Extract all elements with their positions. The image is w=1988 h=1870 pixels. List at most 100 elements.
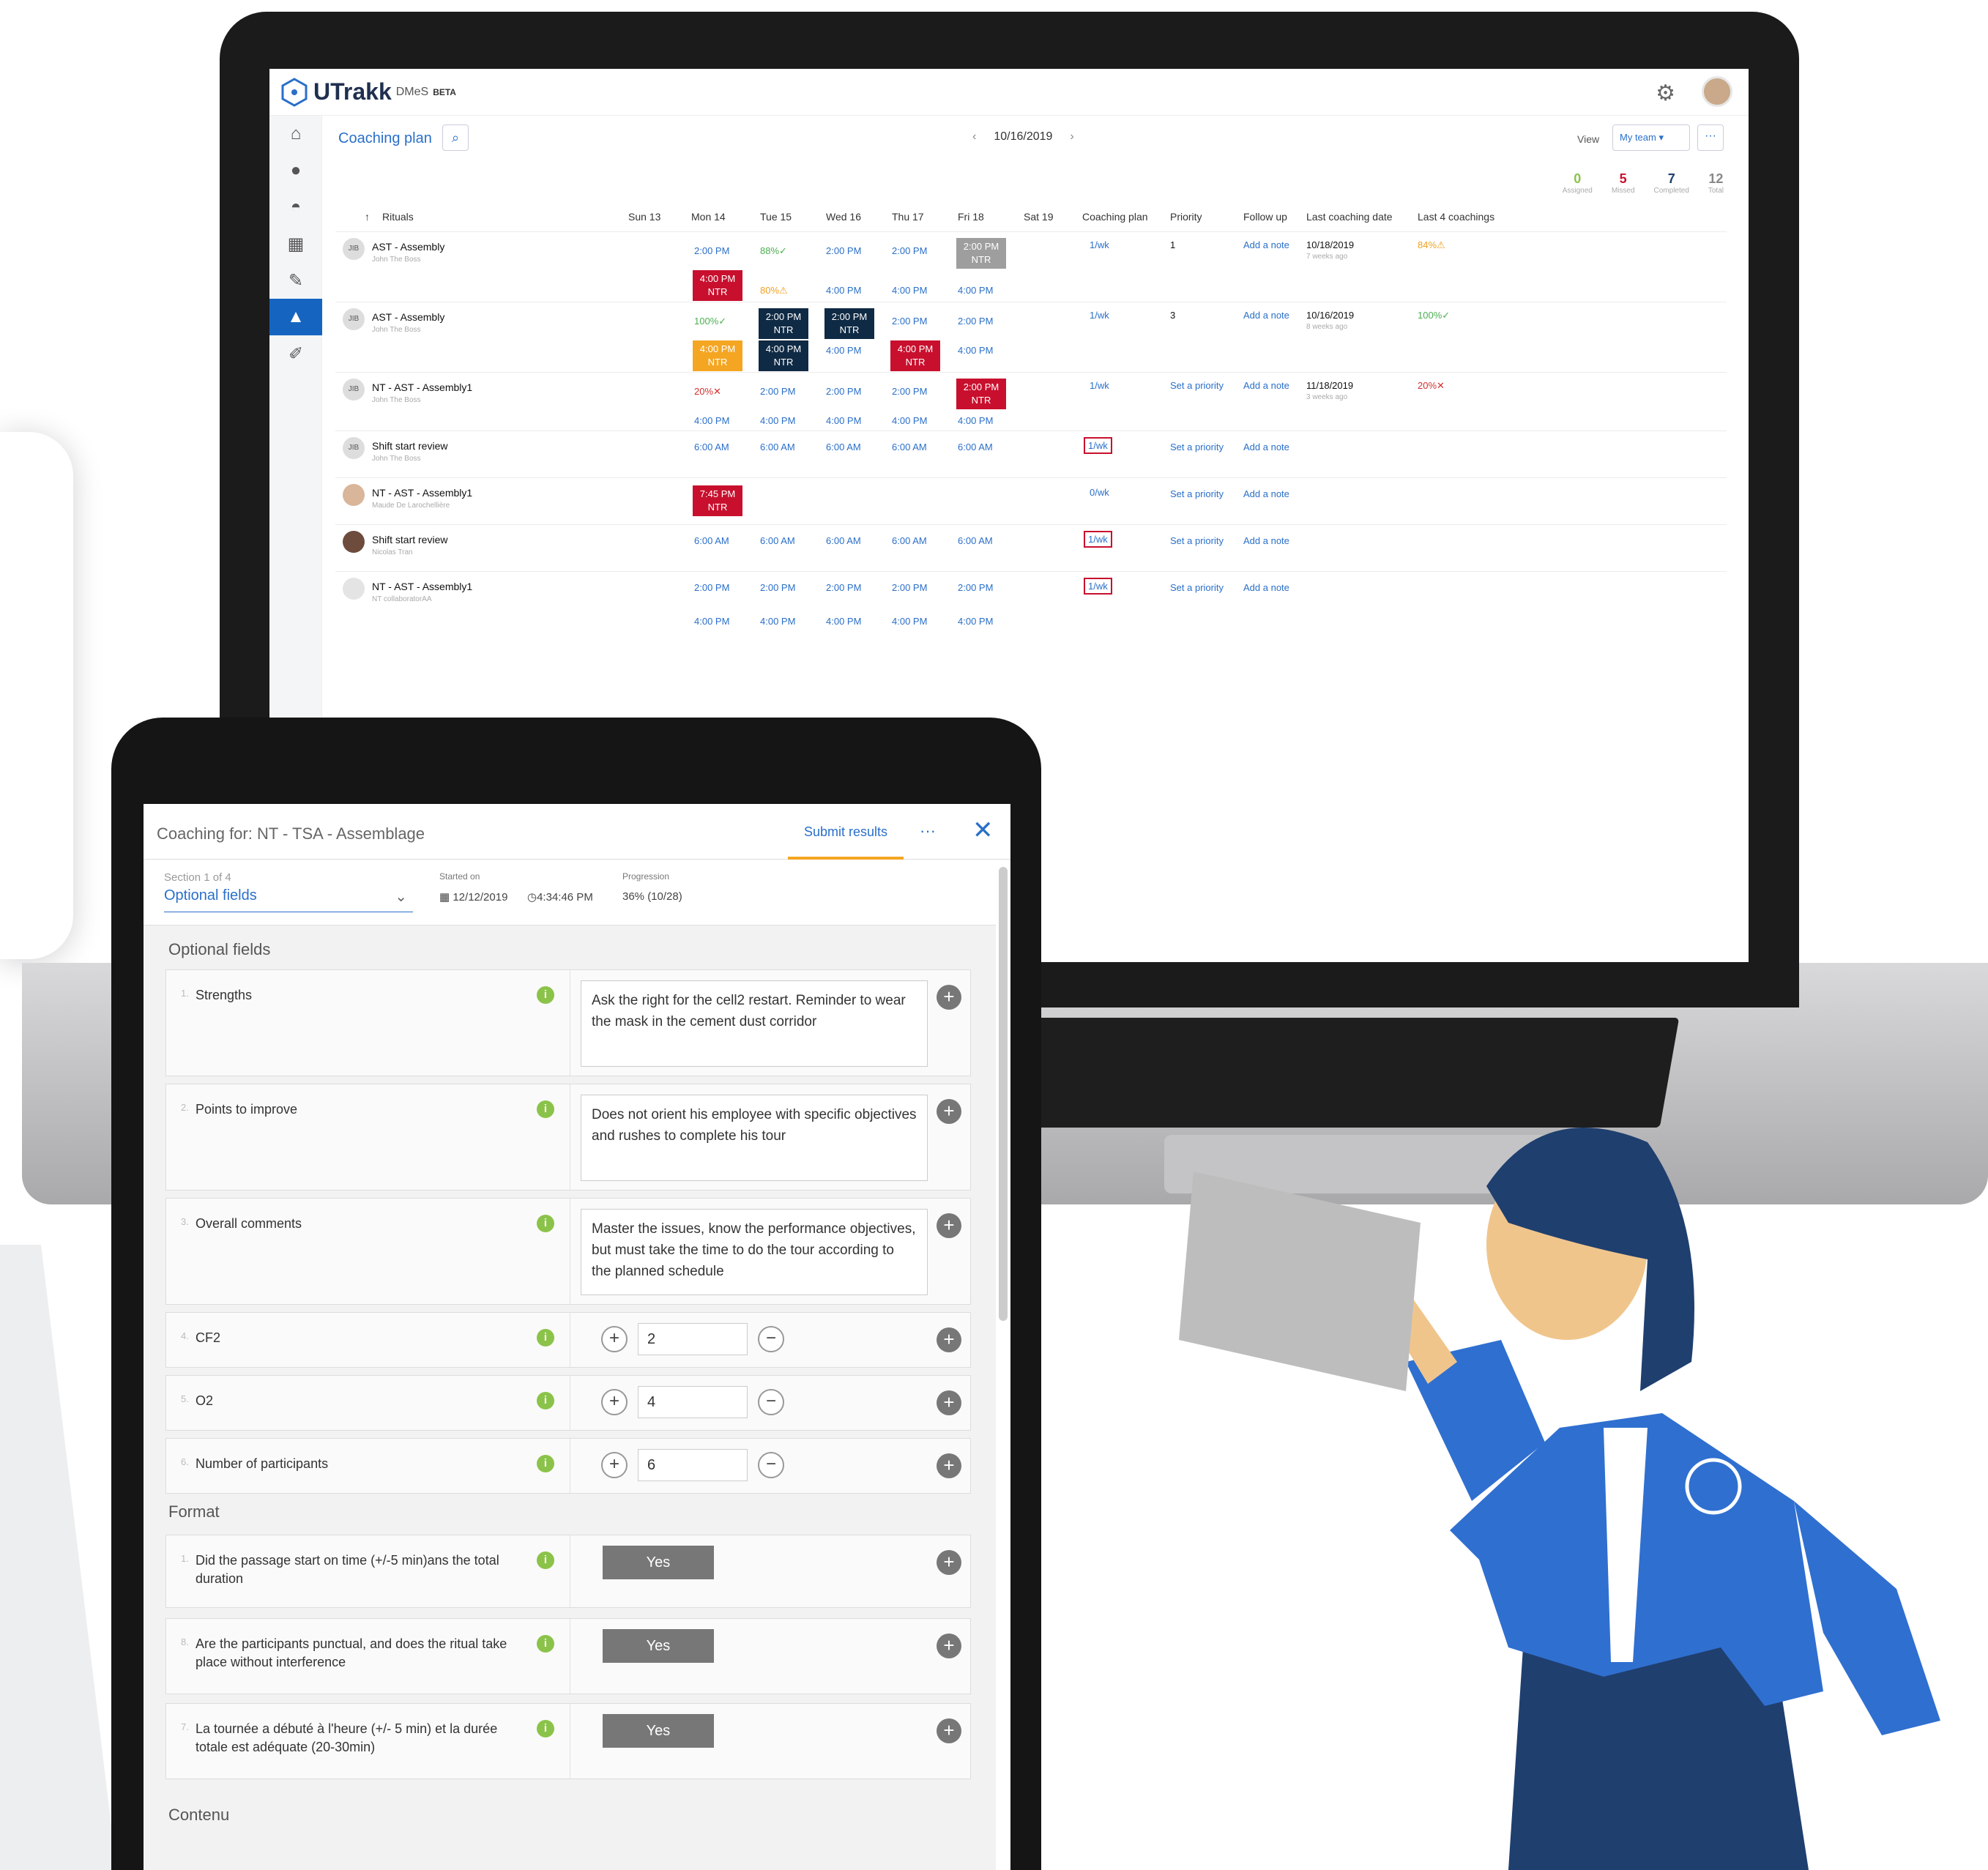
slot-time[interactable]: 4:00 PM: [826, 415, 861, 426]
slot-time[interactable]: 4:00 PM: [892, 616, 927, 627]
slot-time[interactable]: 4:00 PM: [826, 345, 861, 356]
search-button[interactable]: ⌕: [442, 124, 469, 151]
col-rituals[interactable]: Rituals: [382, 211, 414, 223]
info-icon[interactable]: i: [537, 1635, 554, 1653]
number-input[interactable]: 2: [638, 1323, 748, 1355]
slot-time[interactable]: 2:00 PM: [694, 245, 729, 256]
next-date-icon[interactable]: ›: [1070, 130, 1073, 144]
slot-time[interactable]: 4:00 PM: [694, 415, 729, 426]
info-icon[interactable]: i: [537, 1455, 554, 1472]
slot-time[interactable]: 4:00 PM: [760, 415, 795, 426]
answer-textarea[interactable]: Master the issues, know the performance …: [581, 1209, 928, 1295]
add-icon[interactable]: +: [937, 1718, 961, 1743]
decrement-icon[interactable]: −: [758, 1326, 784, 1352]
number-input[interactable]: 4: [638, 1386, 748, 1418]
person-icon[interactable]: ●: [269, 152, 322, 189]
edit-icon[interactable]: ✐: [269, 335, 322, 372]
current-date[interactable]: 10/16/2019: [994, 130, 1052, 144]
slot-tag[interactable]: 4:00 PM NTR: [759, 340, 808, 371]
slot-tag[interactable]: 2:00 PM NTR: [824, 308, 874, 339]
priority-badge[interactable]: 1: [1170, 239, 1175, 250]
table-row[interactable]: JIB AST - Assembly John The Boss 2:00 PM…: [335, 231, 1727, 302]
slot-time[interactable]: 4:00 PM: [826, 616, 861, 627]
add-note-link[interactable]: Add a note: [1243, 239, 1289, 250]
wrench-icon[interactable]: ✎: [269, 262, 322, 299]
slot-tag[interactable]: 2:00 PM NTR: [956, 238, 1006, 269]
yes-toggle[interactable]: Yes: [603, 1629, 714, 1663]
decrement-icon[interactable]: −: [758, 1389, 784, 1415]
info-icon[interactable]: i: [537, 1329, 554, 1346]
coaching-plan[interactable]: 1/wk: [1090, 380, 1109, 391]
yes-toggle[interactable]: Yes: [603, 1546, 714, 1579]
slot-time[interactable]: 4:00 PM: [958, 616, 993, 627]
slot-tag[interactable]: 4:00 PM NTR: [693, 270, 742, 301]
slot-time[interactable]: 4:00 PM: [958, 415, 993, 426]
answer-textarea[interactable]: Ask the right for the cell2 restart. Rem…: [581, 980, 928, 1067]
yes-toggle[interactable]: Yes: [603, 1714, 714, 1748]
graduation-cap-icon[interactable]: ▲: [269, 299, 322, 335]
info-icon[interactable]: i: [537, 986, 554, 1004]
table-row[interactable]: NT - AST - Assembly1 NT collaboratorAA 2…: [335, 571, 1727, 630]
slot-tag[interactable]: 4:00 PM NTR: [890, 340, 940, 371]
home-icon[interactable]: ⌂: [269, 116, 322, 152]
priority-badge[interactable]: 3: [1170, 310, 1175, 321]
add-icon[interactable]: +: [937, 1550, 961, 1575]
info-icon[interactable]: i: [537, 1100, 554, 1118]
close-icon[interactable]: ✕: [972, 816, 994, 845]
slot-time[interactable]: 2:00 PM: [892, 386, 927, 397]
slot-time[interactable]: 4:00 PM: [826, 285, 861, 296]
slot-tag[interactable]: 4:00 PM NTR: [693, 340, 742, 371]
add-icon[interactable]: +: [937, 1099, 961, 1124]
slot-time[interactable]: 6:00 AM: [826, 535, 861, 546]
set-priority-link[interactable]: Set a priority: [1170, 442, 1224, 452]
slot-time[interactable]: 2:00 PM: [826, 386, 861, 397]
increment-icon[interactable]: +: [601, 1326, 628, 1352]
coaching-plan[interactable]: 1/wk: [1090, 310, 1109, 321]
prev-date-icon[interactable]: ‹: [972, 130, 976, 144]
slot-time[interactable]: 4:00 PM: [958, 285, 993, 296]
add-icon[interactable]: +: [937, 1213, 961, 1238]
table-row[interactable]: Shift start review Nicolas Tran 6:00 AM …: [335, 524, 1727, 571]
slot-time[interactable]: 2:00 PM: [958, 316, 993, 327]
slot-time[interactable]: 2:00 PM: [958, 582, 993, 593]
slot-time[interactable]: 6:00 AM: [892, 442, 927, 452]
increment-icon[interactable]: +: [601, 1452, 628, 1478]
add-icon[interactable]: +: [937, 1634, 961, 1658]
more-options-icon[interactable]: ···: [920, 822, 936, 841]
table-row[interactable]: JIB AST - Assembly John The Boss 100%✓ 2…: [335, 302, 1727, 372]
slot-time[interactable]: 2:00 PM: [826, 245, 861, 256]
page-title[interactable]: Coaching plan: [338, 130, 432, 147]
slot-time[interactable]: 2:00 PM: [826, 582, 861, 593]
add-icon[interactable]: +: [937, 1390, 961, 1415]
coaching-plan[interactable]: 1/wk: [1084, 437, 1112, 454]
slot-time[interactable]: 6:00 AM: [760, 535, 795, 546]
slot-score[interactable]: 20%✕: [694, 386, 721, 398]
add-icon[interactable]: +: [937, 985, 961, 1010]
table-row[interactable]: JIB Shift start review John The Boss 6:0…: [335, 431, 1727, 477]
coaching-plan[interactable]: 1/wk: [1090, 239, 1109, 250]
slot-time[interactable]: 4:00 PM: [892, 285, 927, 296]
slot-time[interactable]: 6:00 AM: [958, 442, 993, 452]
info-icon[interactable]: i: [537, 1215, 554, 1232]
coaching-plan[interactable]: 1/wk: [1084, 578, 1112, 595]
decrement-icon[interactable]: −: [758, 1452, 784, 1478]
info-icon[interactable]: i: [537, 1551, 554, 1569]
increment-icon[interactable]: +: [601, 1389, 628, 1415]
table-row[interactable]: NT - AST - Assembly1 Maude De Larochelli…: [335, 477, 1727, 524]
set-priority-link[interactable]: Set a priority: [1170, 380, 1224, 391]
info-icon[interactable]: i: [537, 1720, 554, 1737]
add-icon[interactable]: +: [937, 1327, 961, 1352]
slot-time[interactable]: 2:00 PM: [892, 582, 927, 593]
add-note-link[interactable]: Add a note: [1243, 488, 1289, 499]
submit-results-button[interactable]: Submit results: [788, 804, 904, 860]
set-priority-link[interactable]: Set a priority: [1170, 535, 1224, 546]
slot-time[interactable]: 4:00 PM: [958, 345, 993, 356]
slot-time[interactable]: 4:00 PM: [694, 616, 729, 627]
set-priority-link[interactable]: Set a priority: [1170, 582, 1224, 593]
section-select[interactable]: Optional fields ⌄: [164, 887, 413, 912]
slot-time[interactable]: 2:00 PM: [892, 316, 927, 327]
slot-time[interactable]: 2:00 PM: [694, 582, 729, 593]
slot-tag[interactable]: 2:00 PM NTR: [956, 379, 1006, 409]
slot-score[interactable]: 88%✓: [760, 245, 787, 257]
view-select[interactable]: My team ▾: [1612, 124, 1690, 151]
